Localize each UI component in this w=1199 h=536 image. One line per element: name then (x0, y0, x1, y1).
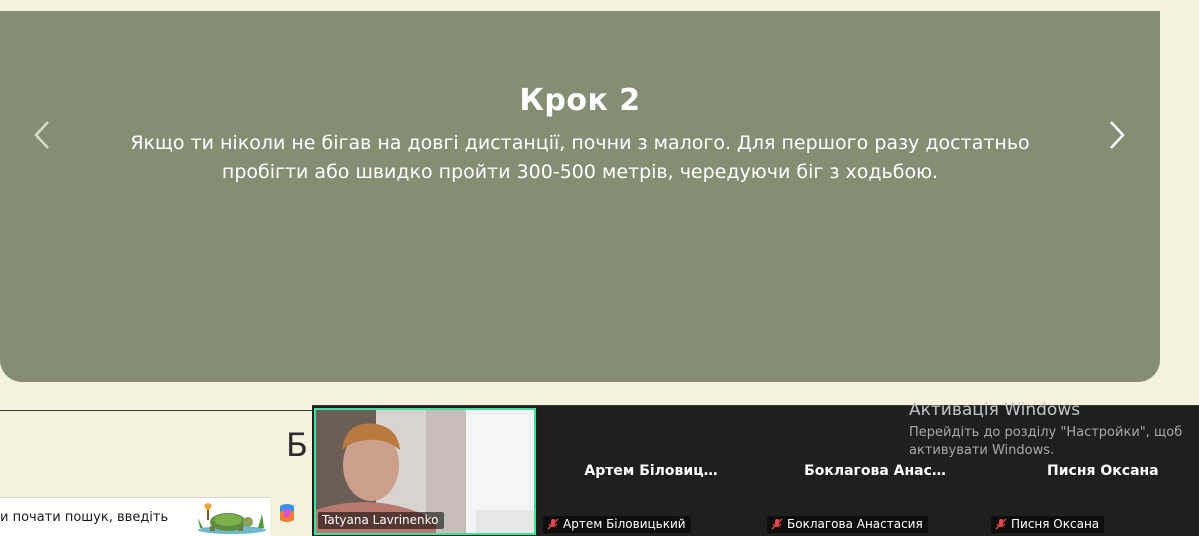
chevron-left-icon (34, 121, 49, 149)
participant-display-name: Боклагова Анас… (804, 463, 946, 479)
watermark-text: Перейдіть до розділу "Настройки", щоб ак… (909, 425, 1183, 458)
copilot-icon[interactable] (276, 502, 298, 524)
watermark-title: Активація Windows (909, 400, 1081, 420)
participant-name-tag: Tatyana Lavrinenko (318, 512, 444, 529)
slide-text: Якщо ти ніколи не бігав на довгі дистанц… (130, 132, 1030, 183)
participant-name-tag: Боклагова Анастасия (767, 516, 928, 533)
mic-muted-icon (771, 518, 783, 530)
participant-name-tag: Писня Оксана (991, 516, 1105, 533)
participant-tile-active[interactable]: Tatyana Lavrinenko (314, 408, 536, 535)
carousel-next-button[interactable] (1099, 115, 1135, 155)
participant-display-name: Писня Оксана (1047, 463, 1159, 479)
section-divider (0, 410, 312, 411)
participant-display-name: Артем Біловиц… (584, 463, 718, 479)
chevron-right-icon (1110, 121, 1125, 149)
participant-tile[interactable]: Артем Біловиц… Артем Біловицький (540, 408, 762, 535)
participant-name-tag: Артем Біловицький (543, 516, 691, 533)
windows-activation-watermark: Активація Windows Перейдіть до розділу "… (909, 400, 1199, 460)
mic-muted-icon (547, 518, 559, 530)
section-heading: Б (286, 426, 308, 464)
carousel-prev-button[interactable] (24, 115, 60, 155)
step-carousel: Крок 2 Якщо ти ніколи не бігав на довгі … (0, 11, 1160, 382)
taskbar-search-box[interactable]: и почати пошук, введіть (0, 497, 270, 536)
mic-muted-icon (995, 518, 1007, 530)
slide-title: Крок 2 (519, 83, 641, 118)
turtle-icon (198, 503, 266, 534)
search-placeholder: и почати пошук, введіть (0, 509, 169, 525)
